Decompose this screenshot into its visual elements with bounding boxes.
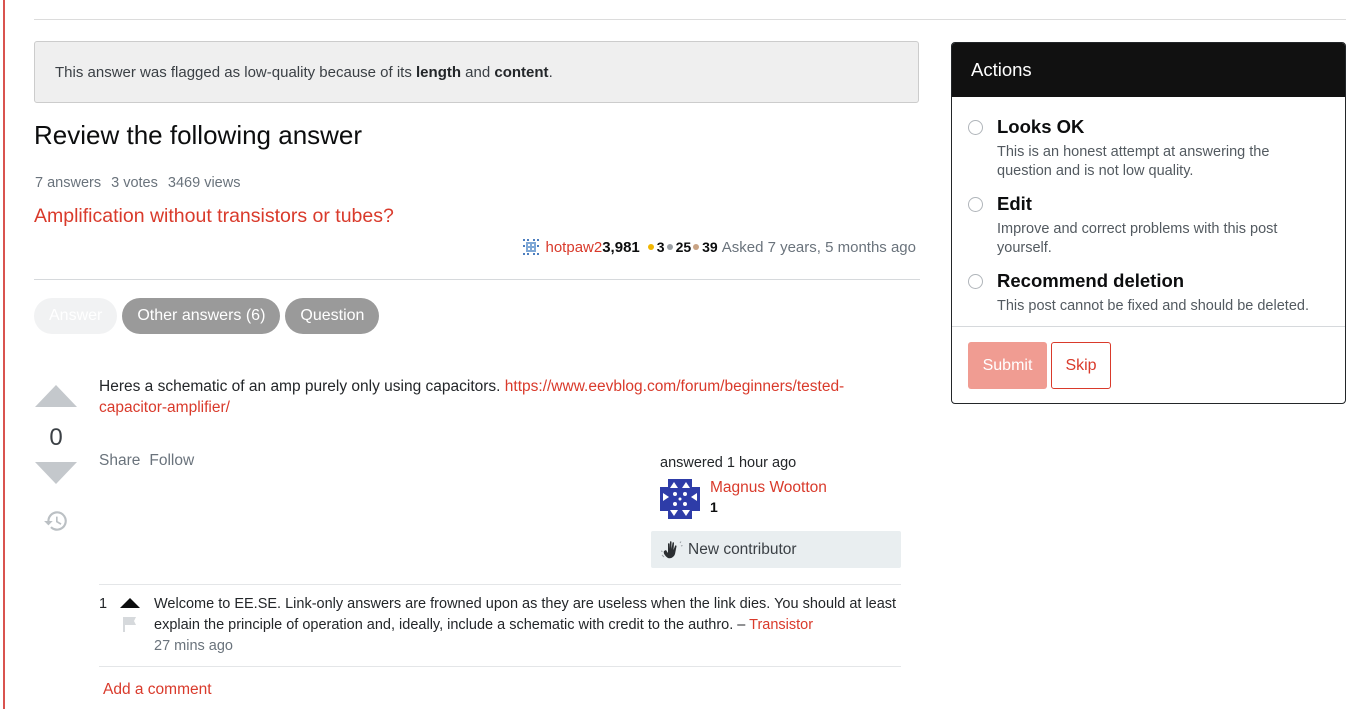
comment-upvote-icon[interactable] — [120, 598, 140, 608]
comments-top-divider — [99, 584, 901, 585]
waving-hand-icon — [661, 540, 683, 558]
new-contributor-notice[interactable]: New contributor — [651, 531, 901, 568]
new-contributor-label: New contributor — [688, 540, 797, 558]
bronze-badge-count: 39 — [702, 239, 718, 255]
looks-ok-title[interactable]: Looks OK — [997, 116, 1084, 138]
recommend-deletion-title[interactable]: Recommend deletion — [997, 270, 1184, 292]
answer-body: Heres a schematic of an amp purely only … — [99, 378, 845, 416]
left-accent-rule — [3, 0, 5, 709]
page-title: Review the following answer — [34, 120, 363, 150]
low-quality-notice: This answer was flagged as low-quality b… — [34, 41, 919, 103]
owner-avatar[interactable] — [521, 238, 540, 256]
comment-author-link[interactable]: Transistor — [749, 617, 813, 633]
flag-icon[interactable] — [122, 616, 138, 633]
review-tabs: Answer Other answers (6) Question — [34, 298, 380, 334]
notice-text: This answer was flagged as low-quality b… — [55, 63, 553, 81]
submit-button[interactable]: Submit — [968, 342, 1047, 389]
actions-panel-title: Actions — [952, 43, 1345, 97]
question-title-link[interactable]: Amplification without transistors or tub… — [34, 205, 394, 228]
tab-answer[interactable]: Answer — [34, 298, 118, 334]
looks-ok-description: This is an honest attempt at answering t… — [997, 144, 1270, 179]
tab-other-answers[interactable]: Other answers (6) — [122, 298, 281, 334]
vote-cell: 0 — [34, 385, 78, 534]
comment: 1 Welcome to EE.SE. Link-only answers ar… — [99, 594, 901, 657]
history-icon[interactable] — [43, 508, 69, 534]
actions-divider — [952, 326, 1345, 327]
owner-name-link[interactable]: hotpaw2 — [546, 239, 603, 256]
author-row: Magnus Wootton 1 — [660, 479, 901, 519]
recommend-deletion-radio[interactable] — [968, 274, 983, 289]
top-divider — [34, 19, 1346, 20]
gold-badge-count: 3 — [656, 239, 665, 255]
tab-question[interactable]: Question — [285, 298, 380, 334]
post-menu: Share Follow — [99, 452, 194, 470]
section-divider — [34, 279, 920, 280]
edit-radio[interactable] — [968, 197, 983, 212]
question-owner: hotpaw2 3,981 3 25 39 Asked 7 years, 5 m… — [521, 238, 916, 256]
author-reputation: 1 — [710, 499, 718, 515]
downvote-arrow-icon[interactable] — [35, 462, 77, 484]
share-link[interactable]: Share — [99, 452, 140, 470]
comment-body: Welcome to EE.SE. Link-only answers are … — [154, 594, 901, 657]
question-stats: 7 answers 3 votes 3469 views — [35, 175, 246, 191]
silver-badge-icon — [666, 244, 673, 250]
recommend-deletion-description: This post cannot be fixed and should be … — [997, 298, 1309, 314]
actions-panel: Actions Looks OK This is an honest attem… — [951, 42, 1346, 404]
votes-count: 3 votes — [111, 175, 158, 191]
author-avatar[interactable] — [660, 479, 700, 519]
answered-time: answered 1 hour ago — [660, 455, 797, 471]
asked-time: Asked 7 years, 5 months ago — [721, 238, 916, 256]
vote-count: 0 — [49, 424, 63, 451]
upvote-arrow-icon[interactable] — [35, 385, 77, 407]
edit-title[interactable]: Edit — [997, 193, 1032, 215]
gold-badge-icon — [647, 244, 654, 250]
answer-signature: answered 1 hour ago Magnus Wootton 1 New… — [651, 455, 901, 568]
silver-badge-count: 25 — [675, 239, 692, 255]
views-count: 3469 views — [167, 175, 241, 191]
comment-score: 1 — [99, 596, 108, 612]
comments-bottom-divider — [99, 666, 901, 667]
owner-reputation: 3,981 — [602, 238, 640, 256]
answers-count: 7 answers — [35, 175, 102, 191]
skip-button[interactable]: Skip — [1051, 342, 1111, 389]
looks-ok-radio[interactable] — [968, 120, 983, 135]
follow-link[interactable]: Follow — [149, 452, 194, 470]
edit-description: Improve and correct problems with this p… — [997, 221, 1278, 256]
comment-date[interactable]: 27 mins ago — [154, 638, 233, 654]
add-comment-link[interactable]: Add a comment — [103, 681, 212, 699]
bronze-badge-icon — [693, 244, 700, 250]
author-name-link[interactable]: Magnus Wootton — [710, 479, 827, 496]
